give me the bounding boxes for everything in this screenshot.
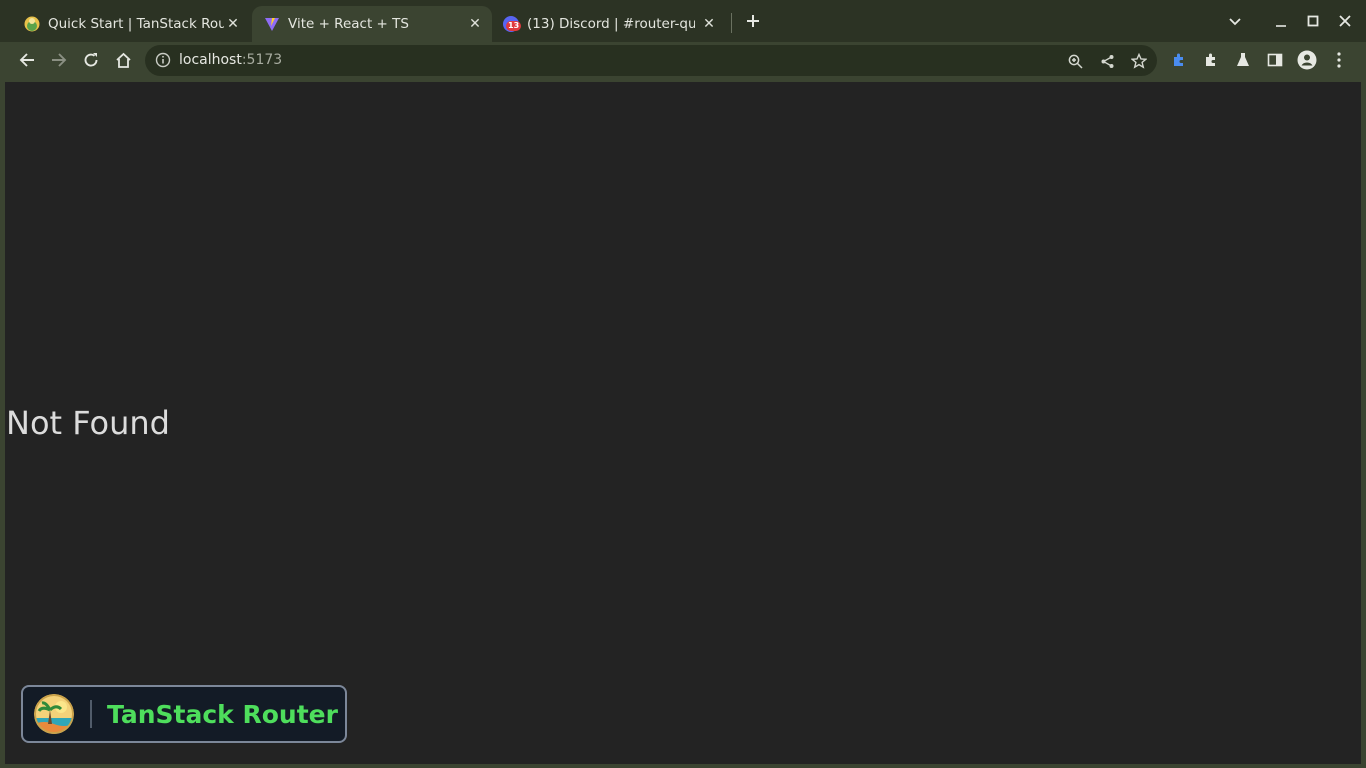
- reload-button[interactable]: [77, 46, 105, 74]
- labs-flask-icon[interactable]: [1229, 46, 1257, 74]
- tab-vite[interactable]: Vite + React + TS ✕: [252, 6, 492, 42]
- tab-search-button[interactable]: [1223, 9, 1247, 33]
- tab-discord[interactable]: 13 (13) Discord | #router-que ✕: [494, 6, 726, 42]
- page-viewport: Not Found TanStack Router: [5, 82, 1361, 764]
- extensions-puzzle-icon[interactable]: [1197, 46, 1225, 74]
- discord-badge: 13: [506, 21, 522, 31]
- back-button[interactable]: [13, 46, 41, 74]
- not-found-message: Not Found: [6, 404, 170, 442]
- home-button[interactable]: [109, 46, 137, 74]
- tab-separator: [731, 13, 732, 33]
- tab-close-icon[interactable]: ✕: [466, 15, 484, 33]
- side-panel-icon[interactable]: [1261, 46, 1289, 74]
- vite-favicon-icon: [264, 16, 280, 32]
- close-window-button[interactable]: [1333, 9, 1357, 33]
- minimize-button[interactable]: [1269, 9, 1293, 33]
- bookmark-star-icon[interactable]: [1126, 48, 1152, 74]
- tab-quick-start[interactable]: Quick Start | TanStack Rou ✕: [14, 6, 250, 42]
- address-bar[interactable]: localhost:5173: [145, 45, 1157, 76]
- browser-toolbar: localhost:5173: [0, 42, 1366, 79]
- forward-button[interactable]: [45, 46, 73, 74]
- devtools-brand-label: TanStack Router: [107, 699, 338, 729]
- maximize-button[interactable]: [1301, 9, 1325, 33]
- url-host: localhost: [179, 52, 242, 68]
- url-text[interactable]: localhost:5173: [179, 52, 282, 68]
- tanstack-logo-icon: [34, 694, 74, 734]
- tab-close-icon[interactable]: ✕: [700, 15, 718, 33]
- tab-title: Vite + React + TS: [288, 16, 409, 32]
- tanstack-favicon-icon: [24, 16, 40, 32]
- new-tab-button[interactable]: [741, 9, 765, 33]
- url-port: :5173: [241, 52, 283, 68]
- menu-kebab-icon[interactable]: [1325, 46, 1353, 74]
- discord-favicon-icon: 13: [503, 16, 522, 32]
- tab-title: Quick Start | TanStack Rou: [48, 16, 224, 32]
- zoom-icon[interactable]: [1062, 48, 1088, 74]
- tab-title: (13) Discord | #router-que: [527, 16, 695, 32]
- share-icon[interactable]: [1094, 48, 1120, 74]
- site-info-icon[interactable]: [155, 52, 171, 68]
- profile-avatar-icon[interactable]: [1293, 46, 1321, 74]
- extension-icon[interactable]: [1165, 46, 1193, 74]
- tab-strip: Quick Start | TanStack Rou ✕ Vite + Reac…: [0, 0, 1366, 42]
- tab-close-icon[interactable]: ✕: [224, 15, 242, 33]
- router-devtools-toggle-button[interactable]: TanStack Router: [21, 685, 347, 743]
- divider: [90, 700, 92, 728]
